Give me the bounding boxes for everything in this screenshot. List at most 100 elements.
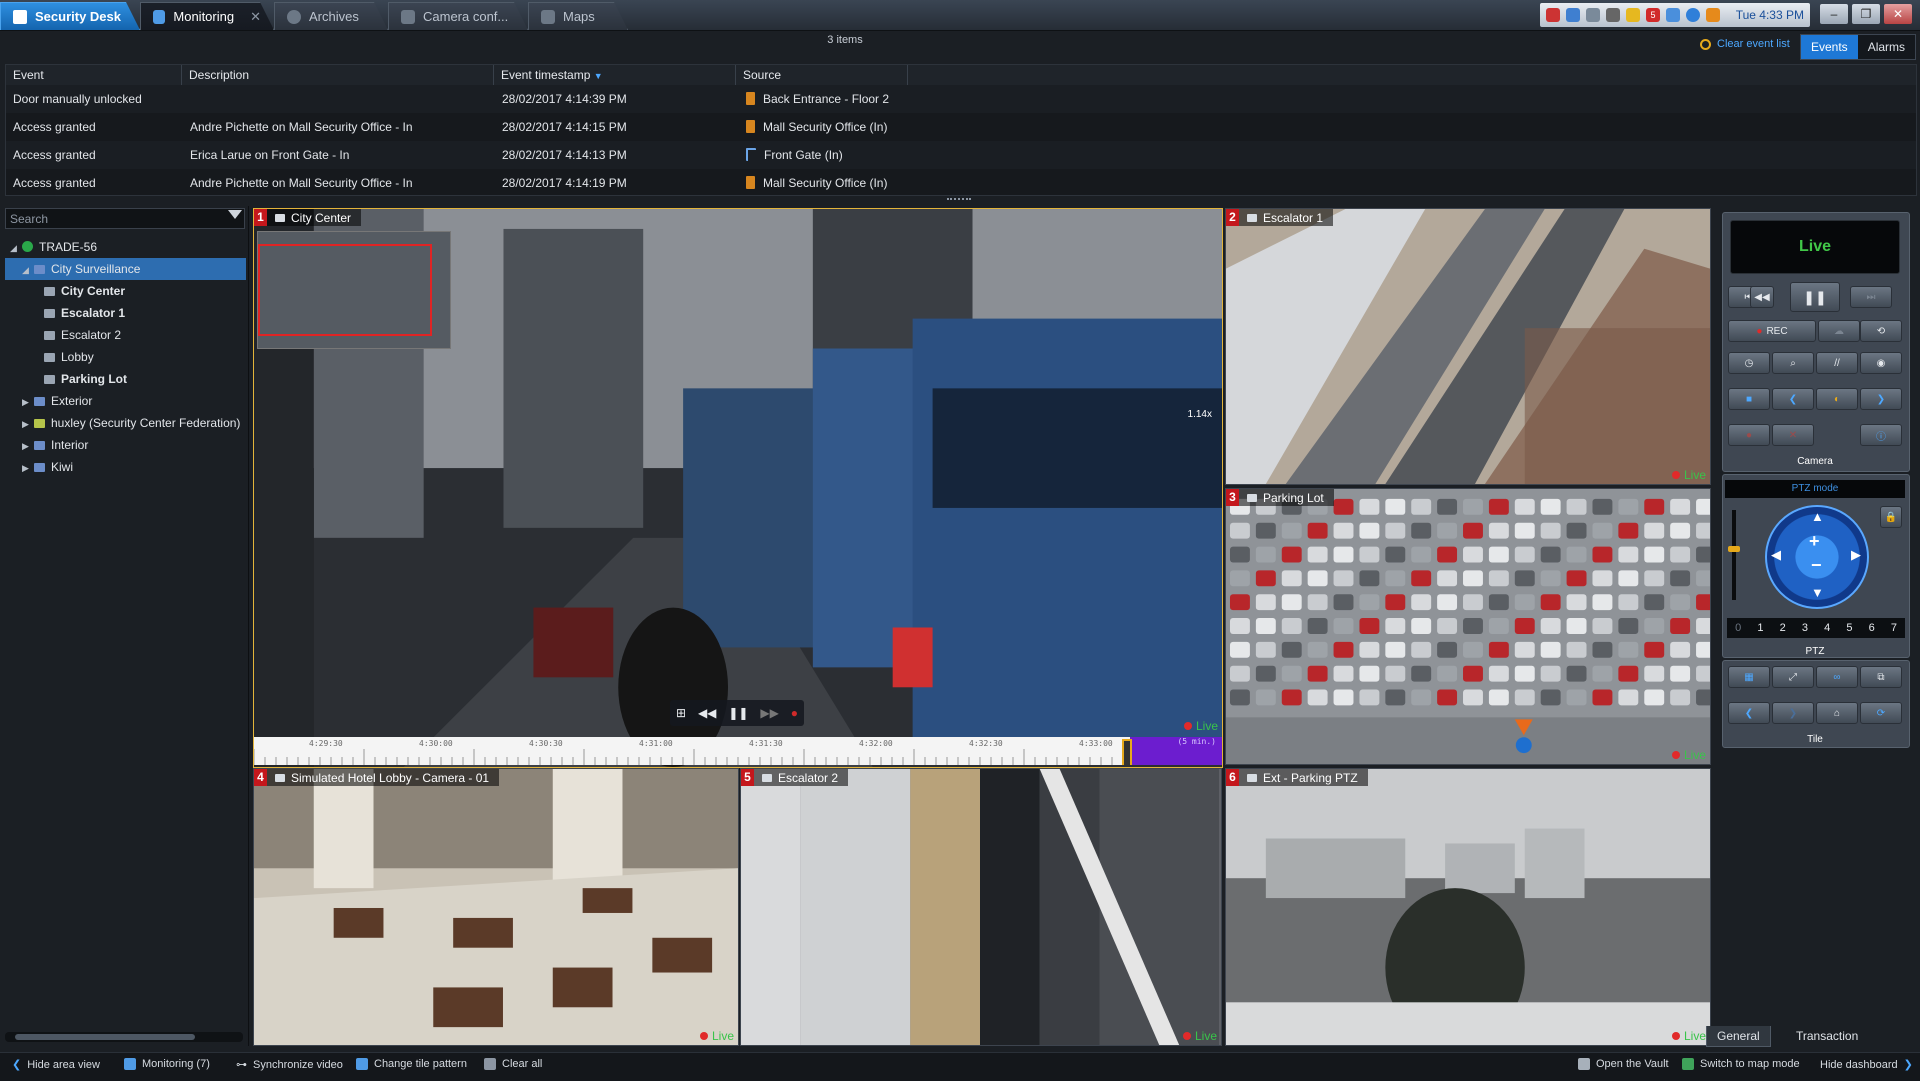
- microphone-button[interactable]: ●: [1728, 424, 1770, 446]
- frame-icon[interactable]: ⊞: [676, 706, 686, 720]
- synchronize-video-button[interactable]: ⊶ Synchronize video: [236, 1058, 343, 1072]
- tab-archives[interactable]: Archives: [274, 2, 388, 30]
- table-row[interactable]: Access granted Andre Pichette on Mall Se…: [6, 169, 1916, 197]
- hide-dashboard-button[interactable]: Hide dashboard ❯: [1820, 1058, 1913, 1072]
- tile-back-button[interactable]: ❮: [1728, 702, 1770, 724]
- tile-binoculars-button[interactable]: ∞: [1816, 666, 1858, 688]
- video-tile-6[interactable]: 6 Ext - Parking PTZ Live: [1225, 768, 1711, 1046]
- ptz-lock-button[interactable]: 🔒: [1880, 506, 1902, 528]
- tile-forward-button[interactable]: ❯: [1772, 702, 1814, 724]
- pane-splitter[interactable]: [947, 198, 971, 204]
- ptz-preset[interactable]: 5: [1846, 622, 1852, 634]
- digital-zoom-overview[interactable]: [257, 231, 451, 349]
- ptz-right-icon[interactable]: ▶: [1851, 547, 1861, 563]
- collapse-arrow-icon[interactable]: ◢: [10, 237, 20, 259]
- forward-icon[interactable]: ▶▶: [760, 706, 778, 720]
- pause-icon[interactable]: ❚❚: [728, 706, 748, 720]
- ptz-zoom-knob[interactable]: [1728, 546, 1740, 552]
- alarms-toggle-button[interactable]: Alarms: [1857, 35, 1916, 59]
- zoom-region-box[interactable]: [258, 244, 432, 336]
- minimize-button[interactable]: –: [1820, 4, 1848, 24]
- tile-copy-button[interactable]: ⧉: [1860, 666, 1902, 688]
- previous-button[interactable]: ❮: [1772, 388, 1814, 410]
- ptz-zoom-in-icon[interactable]: +: [1809, 531, 1820, 552]
- tab-security-desk[interactable]: Security Desk: [0, 2, 140, 30]
- info-button[interactable]: ⓘ: [1860, 424, 1902, 446]
- tile-layout-button[interactable]: ▦: [1728, 666, 1770, 688]
- tree-node-lobby[interactable]: Lobby: [42, 346, 94, 368]
- ptz-zoom-out-icon[interactable]: −: [1811, 555, 1822, 576]
- column-header-source[interactable]: Source: [736, 65, 908, 85]
- globe-icon[interactable]: [1686, 8, 1700, 22]
- skip-forward-button[interactable]: ⏭: [1850, 286, 1892, 308]
- search-input[interactable]: Search: [5, 208, 245, 229]
- column-header-event[interactable]: Event: [6, 65, 182, 85]
- table-row[interactable]: Access granted Erica Larue on Front Gate…: [6, 141, 1916, 169]
- close-window-button[interactable]: ✕: [1884, 4, 1912, 24]
- tree-node-interior[interactable]: ▶ Interior: [22, 434, 88, 456]
- tree-node-huxley[interactable]: ▶ huxley (Security Center Federation): [22, 412, 240, 434]
- audio-button[interactable]: ◐: [1816, 388, 1858, 410]
- video-tile-5[interactable]: 5 Escalator 2 Live: [740, 768, 1222, 1046]
- tree-node-kiwi[interactable]: ▶ Kiwi: [22, 456, 73, 478]
- rewind-button[interactable]: ◀◀: [1750, 286, 1774, 308]
- ptz-preset[interactable]: 3: [1802, 622, 1808, 634]
- tile-home-button[interactable]: ⌂: [1816, 702, 1858, 724]
- open-vault-button[interactable]: Open the Vault: [1578, 1058, 1669, 1070]
- filter-icon[interactable]: [228, 210, 242, 219]
- collapse-arrow-icon[interactable]: ◢: [22, 259, 32, 281]
- restore-button[interactable]: ❐: [1852, 4, 1880, 24]
- clock-button[interactable]: ◷: [1728, 352, 1770, 374]
- close-icon[interactable]: ✕: [250, 9, 261, 25]
- next-button[interactable]: ❯: [1860, 388, 1902, 410]
- disable-button[interactable]: ✕: [1772, 424, 1814, 446]
- ptz-up-icon[interactable]: ▲: [1811, 509, 1824, 524]
- monitoring-button[interactable]: Monitoring (7): [124, 1058, 210, 1070]
- expand-arrow-icon[interactable]: ▶: [22, 391, 32, 413]
- video-timeline[interactable]: 4:29:30 4:30:00 4:30:30 4:31:00 4:31:30 …: [254, 737, 1222, 765]
- rewind-icon[interactable]: ◀◀: [698, 706, 716, 720]
- column-header-description[interactable]: Description: [182, 65, 494, 85]
- tree-node-trade-56[interactable]: ◢ TRADE-56: [10, 236, 246, 258]
- cloud-button[interactable]: ☁: [1818, 320, 1860, 342]
- ptz-left-icon[interactable]: ◀: [1771, 547, 1781, 563]
- column-header-timestamp[interactable]: Event timestamp ▼: [494, 65, 736, 85]
- user-icon[interactable]: [1606, 8, 1620, 22]
- tree-node-parking-lot[interactable]: Parking Lot: [42, 368, 127, 390]
- tree-node-city-center[interactable]: City Center: [42, 280, 125, 302]
- expand-arrow-icon[interactable]: ▶: [22, 413, 32, 435]
- network-icon[interactable]: [1566, 8, 1580, 22]
- table-row[interactable]: Access granted Andre Pichette on Mall Se…: [6, 113, 1916, 141]
- tree-node-escalator-2[interactable]: Escalator 2: [42, 324, 121, 346]
- change-tile-pattern-button[interactable]: Change tile pattern: [356, 1058, 467, 1070]
- snapshot-button[interactable]: ◉: [1860, 352, 1902, 374]
- bookmark-button[interactable]: //: [1816, 352, 1858, 374]
- pause-button[interactable]: ❚❚: [1790, 282, 1840, 312]
- device-icon[interactable]: [1586, 8, 1600, 22]
- video-tile-3[interactable]: 3 Parking Lot Live: [1225, 488, 1711, 765]
- ptz-preset[interactable]: 6: [1869, 622, 1875, 634]
- tree-node-exterior[interactable]: ▶ Exterior: [22, 390, 92, 412]
- ptz-preset[interactable]: 0: [1735, 622, 1741, 634]
- tab-general[interactable]: General: [1706, 1026, 1771, 1047]
- clear-event-list-button[interactable]: Clear event list: [1700, 38, 1790, 50]
- tab-transaction[interactable]: Transaction: [1786, 1026, 1868, 1046]
- clear-all-button[interactable]: Clear all: [484, 1058, 542, 1070]
- notification-icon[interactable]: [1626, 8, 1640, 22]
- health-badge[interactable]: 5: [1646, 8, 1660, 22]
- expand-arrow-icon[interactable]: ▶: [22, 435, 32, 457]
- ptz-preset[interactable]: 2: [1780, 622, 1786, 634]
- stop-button[interactable]: ■: [1728, 388, 1770, 410]
- tab-camera-config[interactable]: Camera conf...: [388, 2, 528, 30]
- signal-icon[interactable]: [1706, 8, 1720, 22]
- tree-node-city-surveillance[interactable]: ◢ City Surveillance: [5, 258, 246, 280]
- ptz-down-icon[interactable]: ▼: [1811, 585, 1824, 600]
- table-row[interactable]: Door manually unlocked 28/02/2017 4:14:3…: [6, 85, 1916, 113]
- timeline-cursor[interactable]: [1122, 739, 1132, 765]
- tile-expand-button[interactable]: ⤢: [1772, 666, 1814, 688]
- tree-node-escalator-1[interactable]: Escalator 1: [42, 302, 125, 324]
- volume-icon[interactable]: [1666, 8, 1680, 22]
- ptz-preset[interactable]: 1: [1757, 622, 1763, 634]
- tab-maps[interactable]: Maps: [528, 2, 628, 30]
- record-button[interactable]: ● REC: [1728, 320, 1816, 342]
